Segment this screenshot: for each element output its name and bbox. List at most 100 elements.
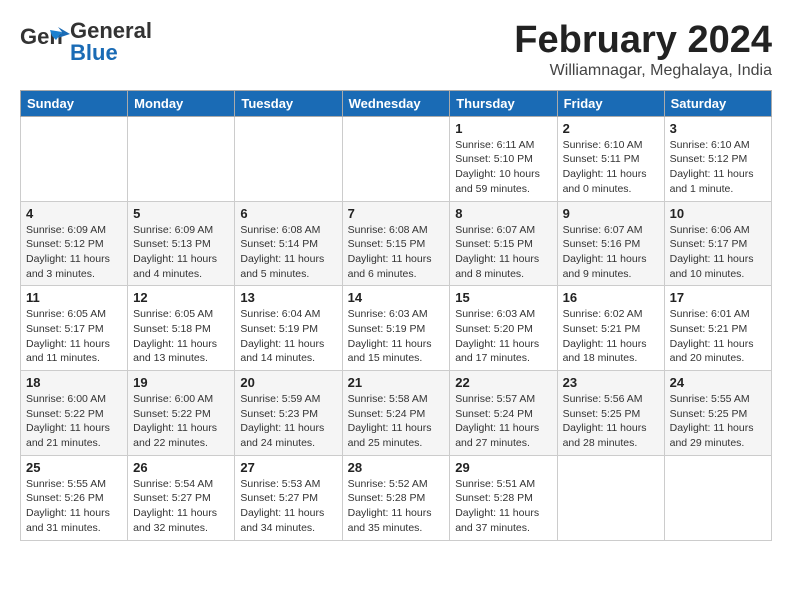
day-number: 25 [26, 460, 122, 475]
calendar-cell: 19 Sunrise: 6:00 AMSunset: 5:22 PMDayligh… [128, 371, 235, 456]
calendar-cell: 3Sunrise: 6:10 AMSunset: 5:12 PMDaylight… [664, 116, 771, 201]
day-number: 17 [670, 290, 766, 305]
logo: Gen General Blue [20, 20, 152, 64]
day-info: Sunrise: 6:07 AMSunset: 5:16 PMDaylight:… [563, 223, 659, 282]
day-number: 20 [240, 375, 336, 390]
calendar-cell: 26 Sunrise: 5:54 AMSunset: 5:27 PMDayligh… [128, 455, 235, 540]
calendar-cell [128, 116, 235, 201]
calendar-week-5: 25Sunrise: 5:55 AMSunset: 5:26 PMDayligh… [21, 455, 772, 540]
day-info: Sunrise: 5:55 AMSunset: 5:25 PMDaylight:… [670, 392, 766, 451]
day-number: 16 [563, 290, 659, 305]
location: Williamnagar, Meghalaya, India [514, 62, 772, 80]
page-header: Gen General Blue February 2024 Williamna… [20, 20, 772, 80]
day-number: 4 [26, 206, 122, 221]
calendar-cell: 1 Sunrise: 6:11 AMSunset: 5:10 PMDaylight… [450, 116, 557, 201]
weekday-header-sunday: Sunday [21, 90, 128, 116]
calendar-cell: 12 Sunrise: 6:05 AMSunset: 5:18 PMDayligh… [128, 286, 235, 371]
day-info: Sunrise: 5:51 AMSunset: 5:28 PMDaylight:… [455, 477, 551, 536]
calendar-cell: 10 Sunrise: 6:06 AMSunset: 5:17 PMDayligh… [664, 201, 771, 286]
day-info: Sunrise: 6:07 AMSunset: 5:15 PMDaylight:… [455, 223, 551, 282]
day-info: Sunrise: 6:06 AMSunset: 5:17 PMDaylight:… [670, 223, 766, 282]
calendar-week-3: 11 Sunrise: 6:05 AMSunset: 5:17 PMDayligh… [21, 286, 772, 371]
calendar-cell: 5 Sunrise: 6:09 AMSunset: 5:13 PMDaylight… [128, 201, 235, 286]
calendar-week-1: 1 Sunrise: 6:11 AMSunset: 5:10 PMDaylight… [21, 116, 772, 201]
weekday-header-friday: Friday [557, 90, 664, 116]
calendar-cell: 21 Sunrise: 5:58 AMSunset: 5:24 PMDayligh… [342, 371, 450, 456]
day-info: Sunrise: 5:54 AMSunset: 5:27 PMDaylight:… [133, 477, 229, 536]
day-number: 19 [133, 375, 229, 390]
day-info: Sunrise: 6:00 AMSunset: 5:22 PMDaylight:… [26, 392, 122, 451]
calendar-week-2: 4Sunrise: 6:09 AMSunset: 5:12 PMDaylight… [21, 201, 772, 286]
day-number: 10 [670, 206, 766, 221]
day-info: Sunrise: 6:05 AMSunset: 5:17 PMDaylight:… [26, 307, 122, 366]
calendar-week-4: 18 Sunrise: 6:00 AMSunset: 5:22 PMDayligh… [21, 371, 772, 456]
day-number: 24 [670, 375, 766, 390]
calendar-cell: 16 Sunrise: 6:02 AMSunset: 5:21 PMDayligh… [557, 286, 664, 371]
calendar-cell [557, 455, 664, 540]
calendar-cell: 27Sunrise: 5:53 AMSunset: 5:27 PMDayligh… [235, 455, 342, 540]
day-info: Sunrise: 6:11 AMSunset: 5:10 PMDaylight:… [455, 138, 551, 197]
calendar-cell: 23 Sunrise: 5:56 AMSunset: 5:25 PMDayligh… [557, 371, 664, 456]
day-info: Sunrise: 6:08 AMSunset: 5:15 PMDaylight:… [348, 223, 445, 282]
day-info: Sunrise: 5:57 AMSunset: 5:24 PMDaylight:… [455, 392, 551, 451]
day-info: Sunrise: 6:09 AMSunset: 5:13 PMDaylight:… [133, 223, 229, 282]
calendar-cell: 9Sunrise: 6:07 AMSunset: 5:16 PMDaylight… [557, 201, 664, 286]
day-info: Sunrise: 6:02 AMSunset: 5:21 PMDaylight:… [563, 307, 659, 366]
day-info: Sunrise: 6:04 AMSunset: 5:19 PMDaylight:… [240, 307, 336, 366]
day-number: 7 [348, 206, 445, 221]
calendar-cell: 14 Sunrise: 6:03 AMSunset: 5:19 PMDayligh… [342, 286, 450, 371]
day-info: Sunrise: 6:00 AMSunset: 5:22 PMDaylight:… [133, 392, 229, 451]
calendar-cell [342, 116, 450, 201]
calendar-cell: 11 Sunrise: 6:05 AMSunset: 5:17 PMDayligh… [21, 286, 128, 371]
day-number: 1 [455, 121, 551, 136]
day-number: 21 [348, 375, 445, 390]
day-number: 15 [455, 290, 551, 305]
day-number: 12 [133, 290, 229, 305]
weekday-header-monday: Monday [128, 90, 235, 116]
day-number: 5 [133, 206, 229, 221]
calendar-cell: 8 Sunrise: 6:07 AMSunset: 5:15 PMDaylight… [450, 201, 557, 286]
day-number: 8 [455, 206, 551, 221]
day-number: 14 [348, 290, 445, 305]
weekday-header-saturday: Saturday [664, 90, 771, 116]
day-info: Sunrise: 6:08 AMSunset: 5:14 PMDaylight:… [240, 223, 336, 282]
day-number: 3 [670, 121, 766, 136]
day-number: 11 [26, 290, 122, 305]
day-number: 22 [455, 375, 551, 390]
day-number: 13 [240, 290, 336, 305]
day-number: 29 [455, 460, 551, 475]
calendar-cell: 25Sunrise: 5:55 AMSunset: 5:26 PMDayligh… [21, 455, 128, 540]
weekday-header-thursday: Thursday [450, 90, 557, 116]
calendar-cell: 2 Sunrise: 6:10 AMSunset: 5:11 PMDaylight… [557, 116, 664, 201]
day-number: 26 [133, 460, 229, 475]
month-title: February 2024 [514, 20, 772, 62]
day-info: Sunrise: 6:03 AMSunset: 5:20 PMDaylight:… [455, 307, 551, 366]
calendar-cell [235, 116, 342, 201]
day-number: 2 [563, 121, 659, 136]
calendar-cell: 13 Sunrise: 6:04 AMSunset: 5:19 PMDayligh… [235, 286, 342, 371]
weekday-header-tuesday: Tuesday [235, 90, 342, 116]
day-number: 18 [26, 375, 122, 390]
logo-text-blue: Blue [70, 42, 152, 64]
day-info: Sunrise: 6:05 AMSunset: 5:18 PMDaylight:… [133, 307, 229, 366]
calendar-cell: 18 Sunrise: 6:00 AMSunset: 5:22 PMDayligh… [21, 371, 128, 456]
calendar-cell [21, 116, 128, 201]
calendar-cell [664, 455, 771, 540]
day-number: 23 [563, 375, 659, 390]
logo-text-general: General [70, 20, 152, 42]
calendar-cell: 7 Sunrise: 6:08 AMSunset: 5:15 PMDaylight… [342, 201, 450, 286]
day-info: Sunrise: 5:58 AMSunset: 5:24 PMDaylight:… [348, 392, 445, 451]
day-info: Sunrise: 5:59 AMSunset: 5:23 PMDaylight:… [240, 392, 336, 451]
day-info: Sunrise: 6:01 AMSunset: 5:21 PMDaylight:… [670, 307, 766, 366]
calendar-cell: 28Sunrise: 5:52 AMSunset: 5:28 PMDayligh… [342, 455, 450, 540]
day-number: 6 [240, 206, 336, 221]
calendar-cell: 4Sunrise: 6:09 AMSunset: 5:12 PMDaylight… [21, 201, 128, 286]
calendar-cell: 15 Sunrise: 6:03 AMSunset: 5:20 PMDayligh… [450, 286, 557, 371]
calendar-header-row: SundayMondayTuesdayWednesdayThursdayFrid… [21, 90, 772, 116]
title-section: February 2024 Williamnagar, Meghalaya, I… [514, 20, 772, 80]
day-info: Sunrise: 5:56 AMSunset: 5:25 PMDaylight:… [563, 392, 659, 451]
day-info: Sunrise: 6:10 AMSunset: 5:11 PMDaylight:… [563, 138, 659, 197]
calendar-cell: 22 Sunrise: 5:57 AMSunset: 5:24 PMDayligh… [450, 371, 557, 456]
calendar-table: SundayMondayTuesdayWednesdayThursdayFrid… [20, 90, 772, 541]
day-info: Sunrise: 6:03 AMSunset: 5:19 PMDaylight:… [348, 307, 445, 366]
